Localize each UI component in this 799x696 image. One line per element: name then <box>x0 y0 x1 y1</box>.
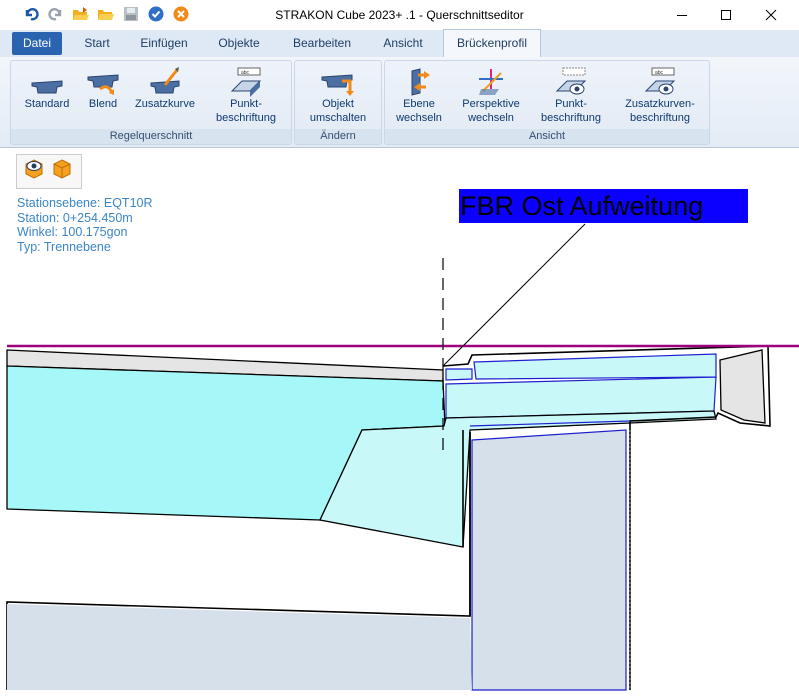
lower-slate <box>7 604 472 690</box>
view-toolbar <box>16 154 82 189</box>
cross-section-canvas[interactable] <box>0 0 799 696</box>
annotation-label[interactable]: FBR Ost Aufweitung <box>459 189 748 223</box>
parapet-block <box>719 349 766 424</box>
station-value-text: Station: 0+254.450m <box>17 210 133 225</box>
angle-text: Winkel: 100.175gon <box>17 225 128 239</box>
wall-slate <box>471 429 627 691</box>
type-text: Typ: Trennebene <box>17 239 111 254</box>
cap-top-left <box>445 368 473 381</box>
station-info: Stationsebene: EQT10R Station: 0+254.450… <box>17 196 153 254</box>
visibility-cube-icon[interactable] <box>22 157 46 186</box>
cap-top-main <box>473 353 717 380</box>
label-leader-line <box>442 223 586 367</box>
station-plane-text: Stationsebene: EQT10R <box>17 196 153 210</box>
solid-cube-icon[interactable] <box>50 157 74 186</box>
